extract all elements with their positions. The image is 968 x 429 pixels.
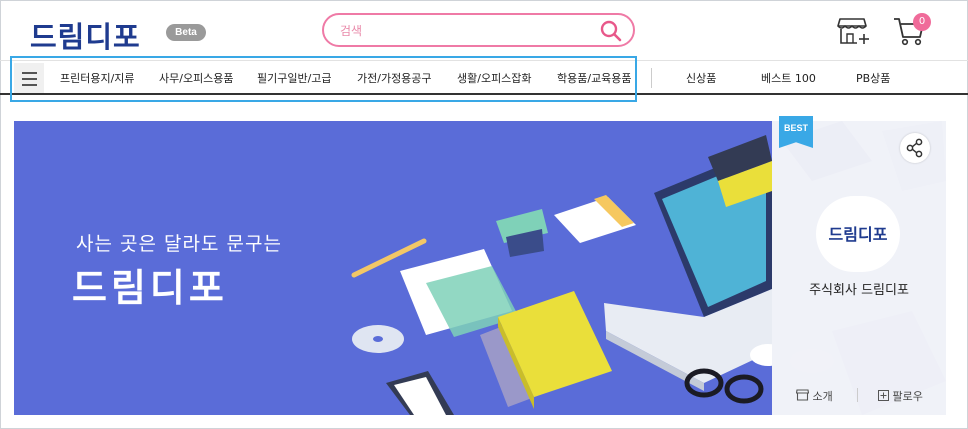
search-input[interactable] — [338, 21, 592, 41]
store-icon — [795, 389, 810, 401]
cart-count-badge: 0 — [913, 13, 931, 31]
search-icon[interactable] — [599, 19, 623, 47]
beta-badge: Beta — [166, 24, 206, 41]
share-icon — [900, 138, 930, 167]
site-logo[interactable]: 드림디포 — [30, 14, 141, 56]
search-box[interactable] — [322, 13, 635, 47]
nav-item-new-products[interactable]: 신상품 — [686, 70, 716, 86]
company-name[interactable]: 주식회사 드림디포 — [772, 279, 946, 298]
card-footer-divider — [857, 388, 858, 402]
category-highlight-box — [10, 56, 637, 102]
banner-tagline: 사는 곳은 달라도 문구는 — [76, 233, 282, 255]
nav-divider — [651, 68, 652, 88]
follow-button[interactable]: 팔로우 — [878, 388, 923, 404]
plus-box-icon — [878, 390, 889, 401]
follow-label: 팔로우 — [892, 390, 923, 403]
nav-item-pb-products[interactable]: PB상품 — [856, 70, 890, 86]
store-add-icon[interactable] — [837, 15, 871, 51]
intro-label: 소개 — [812, 390, 833, 403]
seller-logo[interactable]: 드림디포 — [816, 196, 900, 272]
main-banner[interactable]: 사는 곳은 달라도 문구는 드림디포 — [14, 121, 772, 415]
nav-item-best-100[interactable]: 베스트 100 — [761, 70, 816, 86]
banner-brand-logo: 드림디포 — [72, 266, 228, 310]
intro-link[interactable]: 소개 — [795, 388, 833, 404]
share-button[interactable] — [900, 133, 930, 163]
seller-logo-text: 드림디포 — [828, 225, 888, 244]
